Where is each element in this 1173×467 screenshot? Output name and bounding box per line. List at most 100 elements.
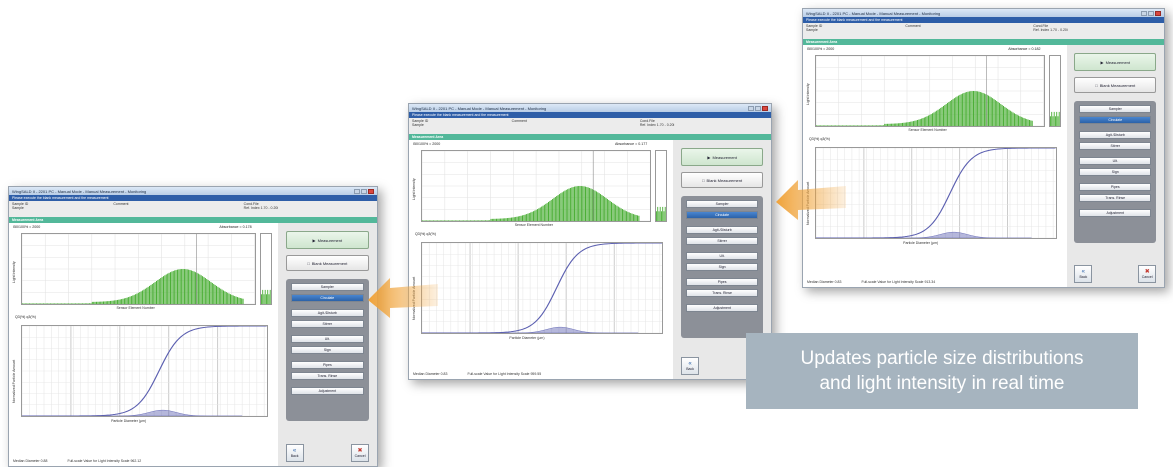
circulate-button[interactable]: Circulate <box>1079 116 1152 124</box>
sign-button[interactable]: Sign <box>1079 168 1152 176</box>
intensity-bar <box>494 218 496 221</box>
intensity-bar <box>210 281 212 304</box>
intensity-bar <box>929 114 931 126</box>
blank-measurement-button[interactable]: □ Blank Measurement <box>1074 77 1157 93</box>
maximize-icon[interactable] <box>361 188 367 194</box>
pipes-button[interactable]: Pipes <box>290 361 365 369</box>
stirrer-button[interactable]: Stirrer <box>686 237 759 245</box>
cancel-button[interactable]: ✖ Cancel <box>351 444 370 462</box>
intensity-bar <box>985 94 987 126</box>
minimize-icon[interactable] <box>1141 10 1147 16</box>
intensity-bar <box>915 120 917 126</box>
intensity-bar <box>908 121 910 126</box>
stirrer-button[interactable]: Stirrer <box>290 320 365 328</box>
adjustment-button[interactable]: Adjustment <box>686 304 759 312</box>
rinse-button[interactable]: Trans. Rinse <box>1079 194 1152 202</box>
median-label: Median Diameter <box>807 280 834 284</box>
intensity-bar <box>564 190 566 221</box>
back-button[interactable]: «Back <box>1074 265 1093 283</box>
ultrasonic-button[interactable]: Ult. <box>686 252 759 260</box>
intensity-bar <box>486 220 488 221</box>
cancel-button[interactable]: ✖ Cancel <box>1138 265 1157 283</box>
minimize-icon[interactable] <box>748 105 754 111</box>
intensity-bar <box>547 201 550 221</box>
blank-button-label: Blank Measurement <box>1099 82 1136 88</box>
side-intensity-plot <box>655 150 668 222</box>
intensity-bar <box>530 212 532 221</box>
intensity-bar <box>489 220 491 221</box>
intensity-bar <box>151 283 153 304</box>
intensity-bar <box>446 220 448 221</box>
measurement-button[interactable]: ▶ Measurement <box>1074 53 1157 71</box>
sign-button[interactable]: Sign <box>290 346 365 354</box>
blank-measurement-button[interactable]: □ Blank Measurement <box>285 255 370 271</box>
intensity-bar <box>158 278 160 304</box>
ref-index-value: 1.70 - 0.20i <box>260 206 279 210</box>
intensity-bar <box>882 125 884 126</box>
intensity-bar <box>942 105 944 126</box>
caption-line-2: and light intensity in real time <box>819 373 1065 394</box>
intensity-bar <box>822 125 824 126</box>
rinse-button[interactable]: Trans. Rinse <box>686 289 759 297</box>
side-intensity-bar <box>269 289 271 304</box>
circulate-button[interactable]: Circulate <box>290 294 365 302</box>
blank-measurement-button[interactable]: □ Blank Measurement <box>681 172 764 188</box>
sign-button[interactable]: Sign <box>686 263 759 271</box>
app-window-2: WingSALD II - 2201 PC - Manual Mode - Ma… <box>408 103 772 380</box>
circulate-button[interactable]: Circulate <box>686 211 759 219</box>
close-icon[interactable] <box>1155 10 1161 16</box>
pipes-button[interactable]: Pipes <box>1079 183 1152 191</box>
intensity-bar <box>531 211 533 221</box>
intensity-bar <box>468 220 470 221</box>
intensity-bar <box>579 186 581 221</box>
absorbance-label: Absorbance = 0.182 <box>1008 47 1041 51</box>
ultrasonic-button[interactable]: Ult. <box>290 335 365 343</box>
intensity-bar <box>49 303 51 304</box>
pipes-button[interactable]: Pipes <box>686 278 759 286</box>
intensity-bar <box>109 300 111 304</box>
agitate-button[interactable]: Agit./Disturb <box>1079 131 1152 139</box>
back-button[interactable]: «Back <box>681 357 700 375</box>
agitate-button[interactable]: Agit./Disturb <box>290 309 365 317</box>
intensity-bar <box>925 116 927 126</box>
intensity-bar <box>837 125 839 126</box>
measurement-button[interactable]: ▶ Measurement <box>285 231 370 249</box>
ultrasonic-button[interactable]: Ult. <box>1079 157 1152 165</box>
maximize-icon[interactable] <box>1148 10 1154 16</box>
intensity-bar <box>88 303 91 304</box>
median-value: 0.83 <box>834 280 842 284</box>
x-axis-label-top: Sensor Element Number <box>116 306 155 310</box>
sampler-button[interactable]: Sampler <box>290 283 365 291</box>
back-button[interactable]: «Back <box>285 444 304 462</box>
footer: Median Diameter 0.88 Full-scale Value for… <box>13 459 274 463</box>
close-icon[interactable] <box>762 105 768 111</box>
intensity-bar <box>563 191 565 221</box>
maximize-icon[interactable] <box>755 105 761 111</box>
intensity-bar <box>631 213 633 221</box>
adjustment-button[interactable]: Adjustment <box>1079 209 1152 217</box>
adjustment-button[interactable]: Adjustment <box>290 387 365 395</box>
sampler-button[interactable]: Sampler <box>1079 105 1152 113</box>
measurement-button[interactable]: ▶ Measurement <box>681 148 764 166</box>
intensity-bar <box>850 125 852 126</box>
close-icon[interactable] <box>368 188 374 194</box>
blank-button-label: Blank Measurement <box>706 177 743 183</box>
intensity-bar <box>927 115 929 126</box>
intensity-bar <box>833 125 835 126</box>
agitate-button[interactable]: Agit./Disturb <box>686 226 759 234</box>
minimize-icon[interactable] <box>354 188 360 194</box>
intensity-bar <box>77 303 79 304</box>
intensity-bar <box>475 220 477 221</box>
side-intensity-bar <box>657 206 659 221</box>
intensity-bar <box>989 96 991 126</box>
rinse-button[interactable]: Trans. Rinse <box>290 372 365 380</box>
sampler-button[interactable]: Sampler <box>686 200 759 208</box>
window-title: WingSALD II - 2201 PC - Manual Mode - Ma… <box>412 105 547 111</box>
intensity-bar <box>532 211 534 221</box>
intensity-bar <box>61 303 63 304</box>
particle-size-plot <box>21 325 268 417</box>
intensity-bar <box>442 220 444 221</box>
stirrer-button[interactable]: Stirrer <box>1079 142 1152 150</box>
intensity-bar <box>975 91 977 126</box>
intensity-bar <box>142 290 144 304</box>
